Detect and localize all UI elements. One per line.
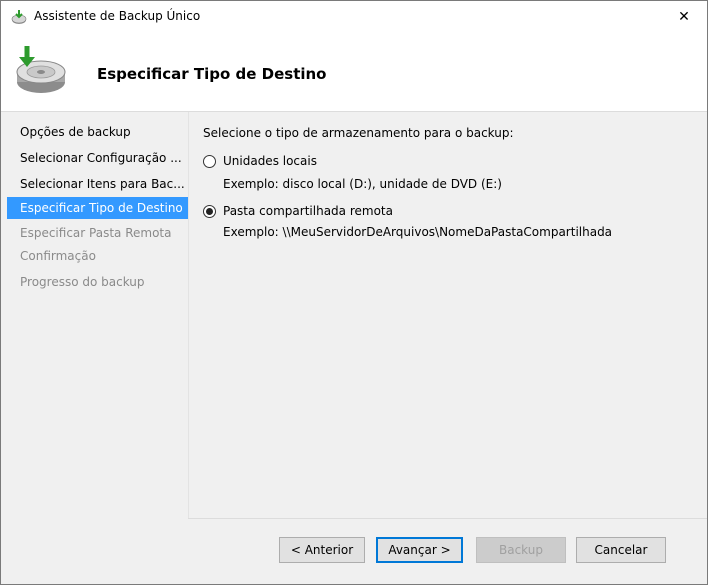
nav-step-selecionar-itens[interactable]: Selecionar Itens para Bac...	[7, 173, 188, 195]
nav-step-especificar-tipo-destino[interactable]: Especificar Tipo de Destino	[7, 197, 188, 219]
previous-button[interactable]: < Anterior	[279, 537, 365, 563]
close-button[interactable]: ✕	[661, 1, 707, 32]
backup-wizard-window: Assistente de Backup Único ✕ Especificar…	[0, 0, 708, 585]
wizard-body: Opções de backup Selecionar Configuração…	[1, 112, 707, 584]
local-drives-label[interactable]: Unidades locais	[223, 154, 317, 168]
storage-type-prompt: Selecione o tipo de armazenamento para o…	[203, 126, 514, 140]
nav-step-progresso-backup: Progresso do backup	[20, 275, 145, 289]
backup-button: Backup	[476, 537, 566, 563]
destination-type-panel: Selecione o tipo de armazenamento para o…	[188, 112, 707, 518]
title-bar: Assistente de Backup Único ✕	[1, 1, 707, 32]
window-title: Assistente de Backup Único	[34, 9, 201, 23]
nav-step-opcoes-de-backup[interactable]: Opções de backup	[7, 121, 188, 143]
close-icon: ✕	[678, 8, 690, 25]
backup-icon	[11, 9, 27, 25]
backup-drive-icon	[11, 42, 67, 98]
cancel-button[interactable]: Cancelar	[576, 537, 666, 563]
next-button[interactable]: Avançar >	[376, 537, 463, 563]
wizard-steps-nav: Opções de backup Selecionar Configuração…	[1, 112, 188, 518]
remote-shared-folder-example: Exemplo: \\MeuServidorDeArquivos\NomeDaP…	[223, 225, 613, 239]
option-local-drives[interactable]: Unidades locais	[203, 154, 317, 168]
nav-step-especificar-pasta-remota: Especificar Pasta Remota	[20, 226, 172, 240]
nav-step-confirmacao: Confirmação	[20, 249, 96, 263]
option-remote-shared-folder[interactable]: Pasta compartilhada remota	[203, 204, 393, 218]
nav-step-selecionar-configuracao[interactable]: Selecionar Configuração ...	[7, 147, 188, 169]
remote-shared-folder-label[interactable]: Pasta compartilhada remota	[223, 204, 393, 218]
wizard-header: Especificar Tipo de Destino	[1, 32, 707, 112]
remote-shared-folder-radio[interactable]	[203, 204, 216, 218]
local-drives-example: Exemplo: disco local (D:), unidade de DV…	[223, 177, 502, 191]
local-drives-radio[interactable]	[203, 154, 216, 168]
wizard-footer: < Anterior Avançar > Backup Cancelar	[188, 519, 707, 584]
page-title: Especificar Tipo de Destino	[97, 65, 327, 83]
